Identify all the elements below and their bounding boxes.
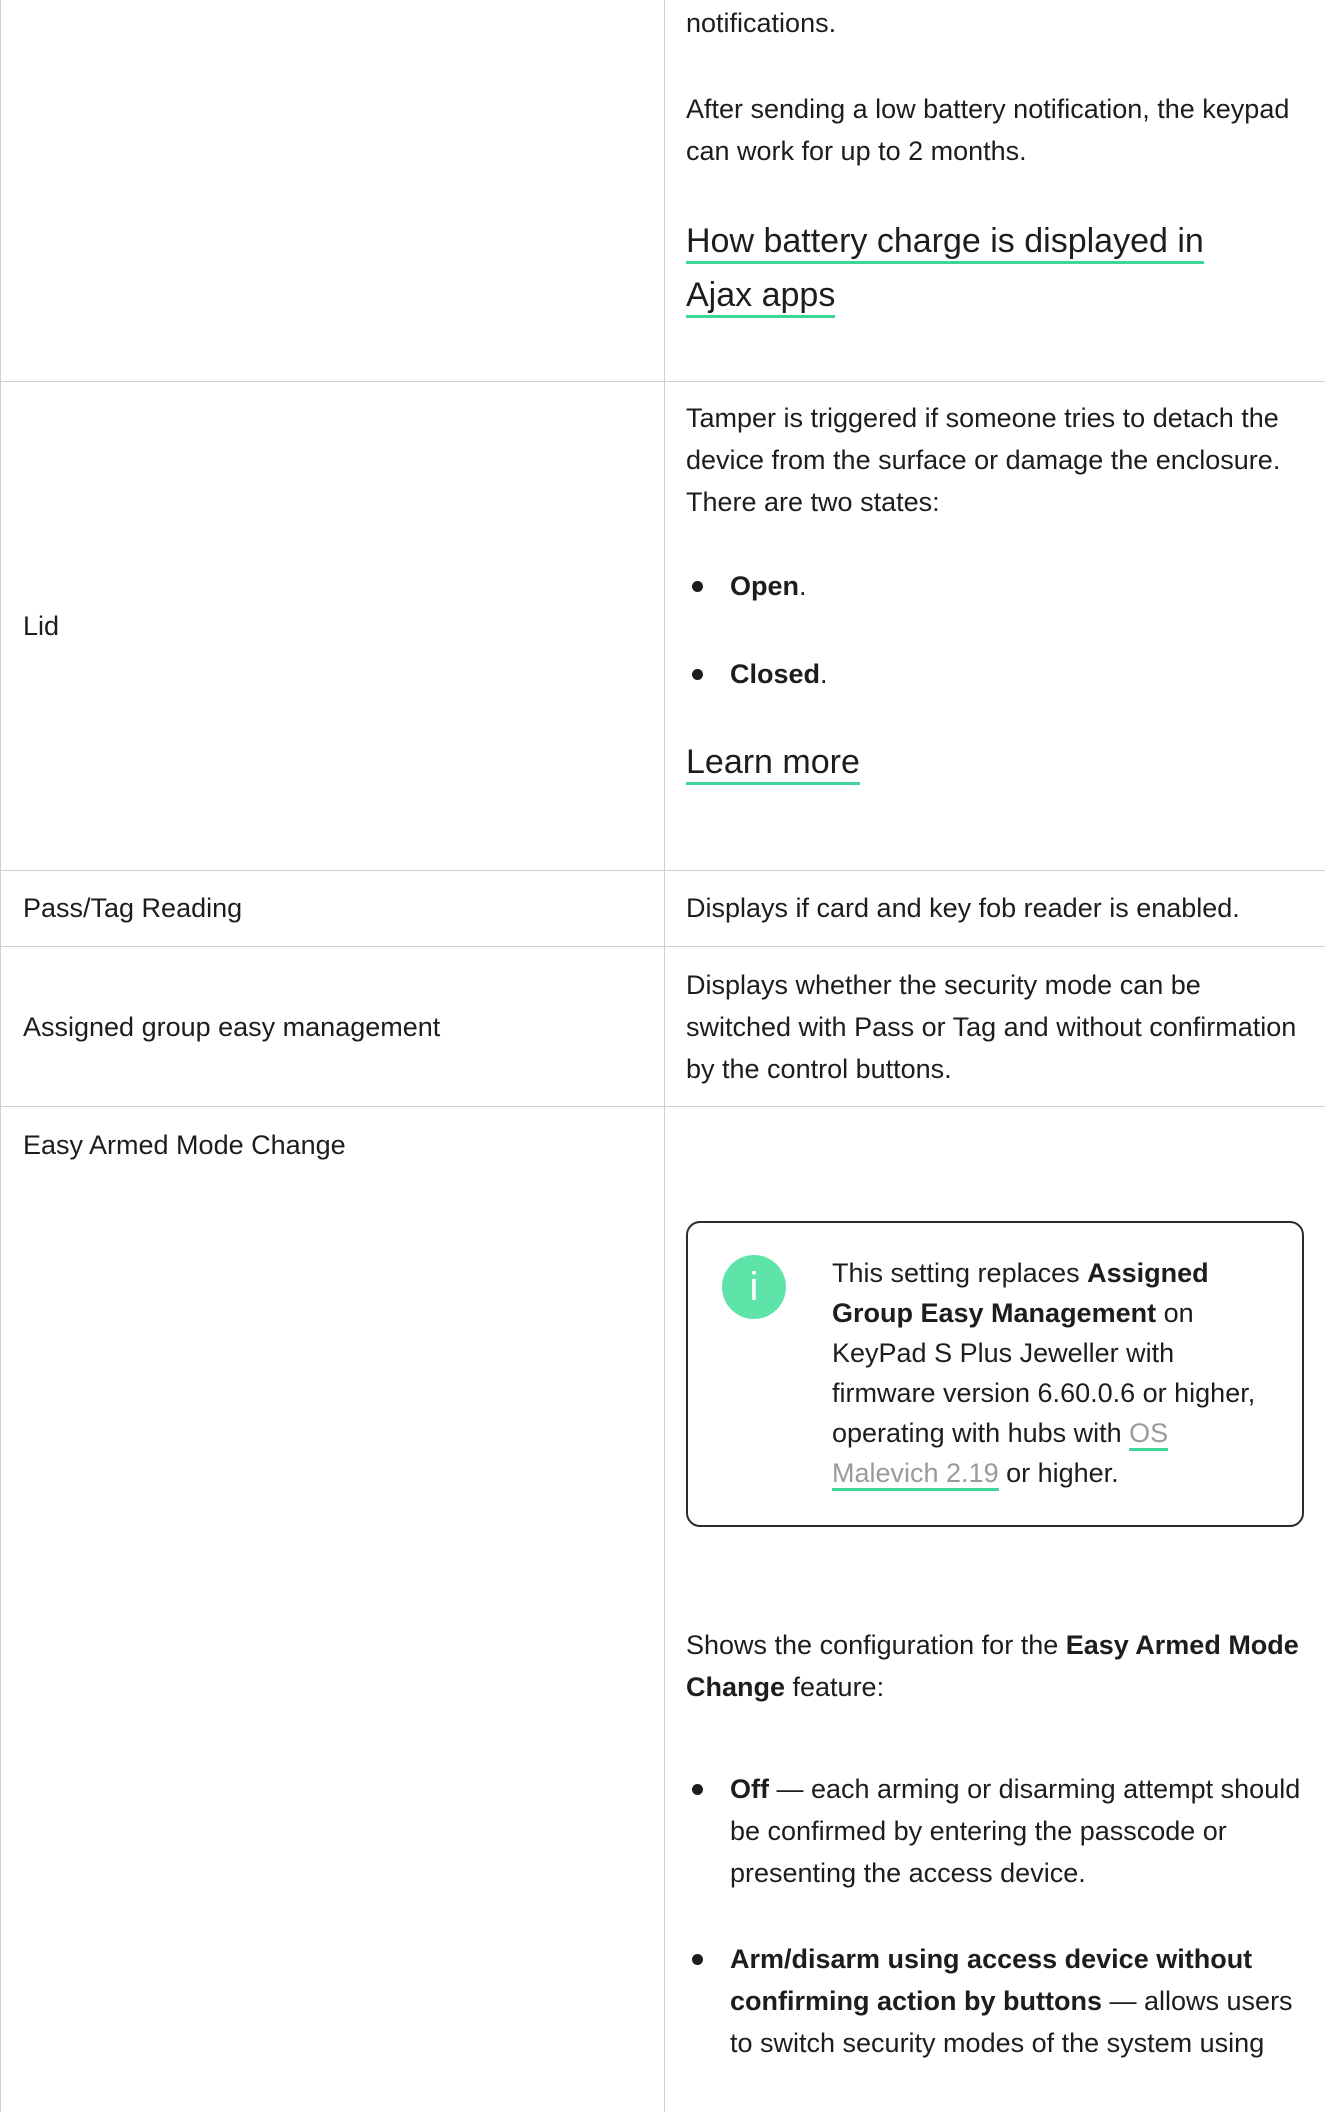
list-item: Arm/disarm using access device without c… <box>686 1938 1306 2064</box>
info-note-box: i This setting replaces Assigned Group E… <box>686 1221 1304 1527</box>
option-off: Off <box>730 1774 769 1804</box>
row-divider <box>0 870 1325 871</box>
table-border-left <box>0 0 1 2112</box>
list-item: Open. <box>686 565 1306 607</box>
assigned-group-description: Displays whether the security mode can b… <box>686 970 1297 1084</box>
lid-description: Tamper is triggered if someone tries to … <box>686 397 1306 789</box>
list-item: Closed. <box>686 653 1306 695</box>
battery-paragraph: After sending a low battery notification… <box>686 94 1290 166</box>
row-divider <box>0 381 1325 382</box>
info-icon: i <box>722 1255 786 1319</box>
info-note-text: This setting replaces Assigned Group Eas… <box>832 1253 1282 1493</box>
assigned-group-label: Assigned group easy management <box>23 1012 441 1042</box>
lid-state-open: Open <box>730 571 800 601</box>
battery-line: notifications. <box>686 8 837 38</box>
easy-armed-description: Shows the configuration for the Easy Arm… <box>686 1624 1306 2064</box>
list-item: Off — each arming or disarming attempt s… <box>686 1768 1306 1894</box>
row-divider <box>0 1106 1325 1107</box>
settings-table: notifications. After sending a low batte… <box>0 0 1325 2112</box>
lid-state-closed: Closed <box>730 659 821 689</box>
lid-states-list: Open. Closed. <box>686 565 1306 695</box>
lid-label: Lid <box>23 611 60 641</box>
table-column-divider <box>664 0 665 2112</box>
easy-armed-intro: Shows the configuration for the Easy Arm… <box>686 1630 1299 1702</box>
pass-tag-label: Pass/Tag Reading <box>23 893 243 923</box>
battery-help-link[interactable]: How battery charge is displayed in Ajax … <box>686 222 1204 318</box>
easy-armed-label: Easy Armed Mode Change <box>23 1130 346 1160</box>
battery-description: notifications. After sending a low batte… <box>686 2 1306 322</box>
lid-learn-more-link[interactable]: Learn more <box>686 743 860 785</box>
row-divider <box>0 946 1325 947</box>
easy-armed-options-list: Off — each arming or disarming attempt s… <box>686 1768 1306 2064</box>
lid-desc-text: Tamper is triggered if someone tries to … <box>686 403 1281 517</box>
pass-tag-description: Displays if card and key fob reader is e… <box>686 893 1240 923</box>
